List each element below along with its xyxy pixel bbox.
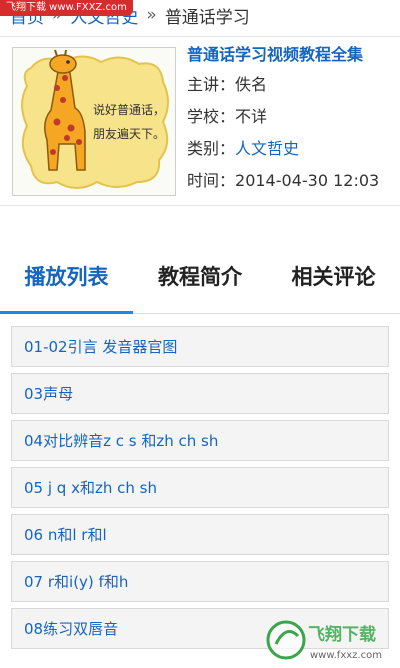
tab-comments-label: 相关评论 <box>291 264 376 289</box>
playlist-item[interactable]: 04对比辨音z c s 和zh ch sh <box>11 420 389 461</box>
course-school-row: 学校：不详 <box>187 101 392 133</box>
breadcrumb-separator: » <box>146 5 157 25</box>
category-label: 类别： <box>187 139 236 158</box>
course-cover-image[interactable]: 说好普通话， 朋友遍天下。 <box>12 47 176 196</box>
tab-comments[interactable]: 相关评论 <box>267 238 400 313</box>
course-info-card: 说好普通话， 朋友遍天下。 普通话学习视频教程全集 主讲：佚名 学校：不详 类别… <box>0 36 400 206</box>
watermark-logo: 飞翔下载 www.fxxz.com <box>264 616 394 664</box>
tab-playlist-label: 播放列表 <box>24 264 109 289</box>
school-label: 学校： <box>187 107 236 126</box>
time-label: 时间： <box>187 171 236 190</box>
tab-playlist[interactable]: 播放列表 <box>0 238 133 314</box>
playlist-item[interactable]: 06 n和l r和l <box>11 514 389 555</box>
breadcrumb-current: 普通话学习 <box>164 7 250 28</box>
time-value: 2014-04-30 12:03 <box>235 171 380 190</box>
course-speaker-row: 主讲：佚名 <box>187 69 392 101</box>
tab-intro[interactable]: 教程简介 <box>133 238 267 313</box>
playlist-item[interactable]: 07 r和i(y) f和h <box>11 561 389 602</box>
watermark-url: www.fxxz.com <box>310 650 382 661</box>
course-title[interactable]: 普通话学习视频教程全集 <box>187 41 392 69</box>
speaker-value: 佚名 <box>235 75 268 94</box>
course-meta: 普通话学习视频教程全集 主讲：佚名 学校：不详 类别：人文哲史 时间：2014-… <box>187 41 392 197</box>
speaker-label: 主讲： <box>187 75 236 94</box>
tab-bar: 播放列表 教程简介 相关评论 <box>0 238 400 314</box>
playlist: 01-02引言 发音器官图 03声母 04对比辨音z c s 和zh ch sh… <box>11 326 389 655</box>
category-link[interactable]: 人文哲史 <box>235 139 299 158</box>
school-value: 不详 <box>235 107 268 126</box>
watermark-logo-text: 飞翔下载 <box>308 624 376 645</box>
cover-slogan-line-2: 朋友遍天下。 <box>93 127 165 141</box>
playlist-item[interactable]: 05 j q x和zh ch sh <box>11 467 389 508</box>
course-category-row: 类别：人文哲史 <box>187 133 392 165</box>
course-time-row: 时间：2014-04-30 12:03 <box>187 165 392 197</box>
cover-slogan-line-1: 说好普通话， <box>93 102 165 117</box>
playlist-item[interactable]: 03声母 <box>11 373 389 414</box>
tab-intro-label: 教程简介 <box>158 264 242 289</box>
watermark-top-badge: 飞翔下载 www.FXXZ.com <box>0 0 133 16</box>
tab-active-indicator <box>0 311 133 314</box>
giraffe-illustration: 说好普通话， 朋友遍天下。 <box>21 49 169 189</box>
playlist-item[interactable]: 01-02引言 发音器官图 <box>11 326 389 367</box>
